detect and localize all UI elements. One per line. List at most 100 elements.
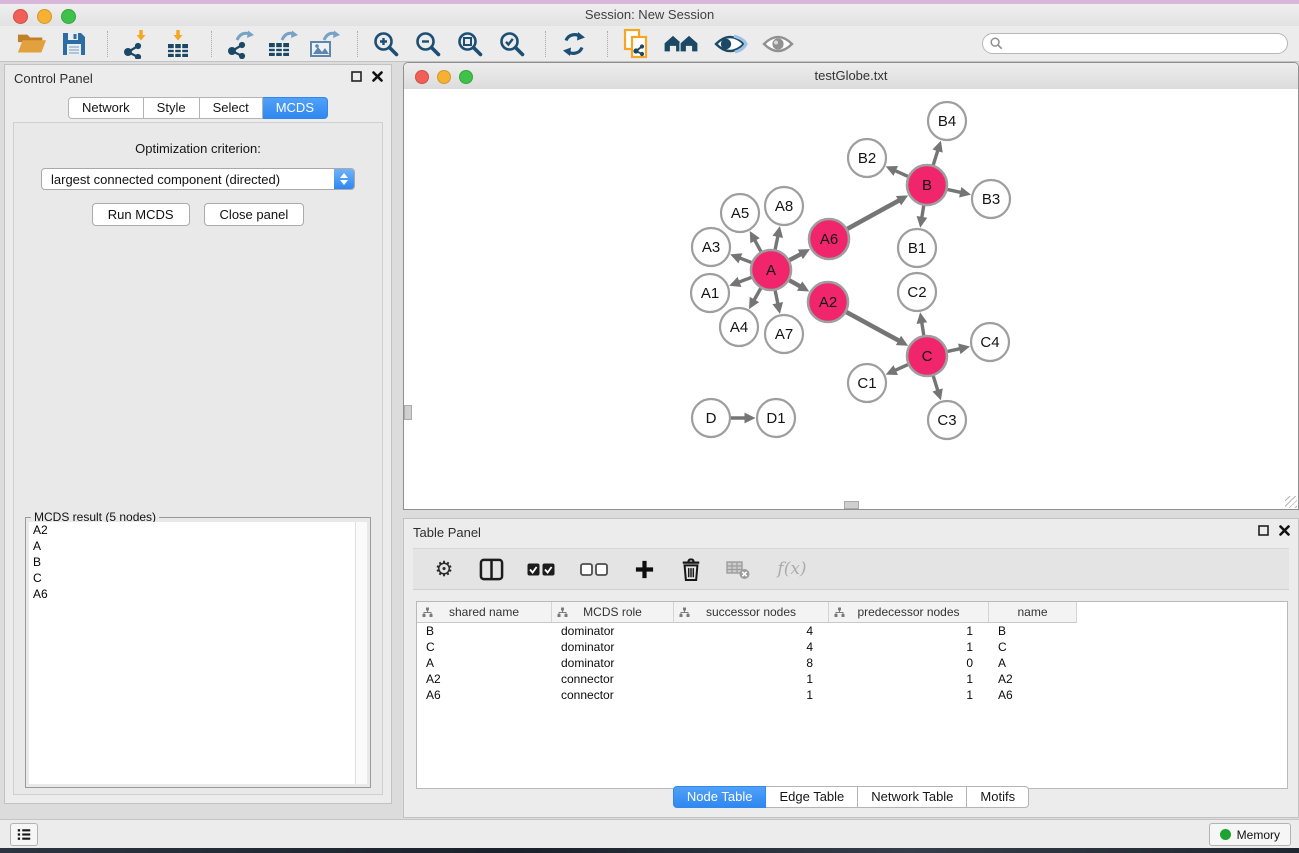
network-canvas[interactable]: B4B2BB3A5A8A6B1A3AA1C2A2A4A7C4CC1C3DD1 [404, 89, 1298, 509]
graph-edge-arrowhead [959, 187, 971, 198]
show-task-history-button[interactable] [10, 823, 38, 846]
show-graphics-details-button[interactable] [710, 28, 752, 60]
export-image-button[interactable] [306, 28, 342, 60]
table-cell[interactable]: A2 [417, 672, 552, 686]
tab-select[interactable]: Select [200, 97, 263, 119]
table-cell[interactable]: 4 [674, 640, 829, 654]
tab-edge-table[interactable]: Edge Table [766, 786, 858, 808]
control-panel-header: Control Panel [5, 65, 391, 91]
table-cell[interactable]: B [417, 624, 552, 638]
table-row[interactable]: A6connector11A6 [417, 687, 1287, 703]
table-row[interactable]: A2connector11A2 [417, 671, 1287, 687]
table-cell[interactable]: 1 [829, 640, 989, 654]
tab-network-table[interactable]: Network Table [858, 786, 967, 808]
table-cell[interactable]: 1 [674, 672, 829, 686]
zoom-out-button[interactable] [410, 28, 446, 60]
delete-column-button[interactable] [678, 555, 704, 583]
deselect-all-button[interactable] [578, 555, 610, 583]
table-cell[interactable]: B [989, 624, 1077, 638]
network-window-titlebar[interactable]: testGlobe.txt [404, 63, 1298, 90]
table-cell[interactable]: connector [552, 672, 674, 686]
memory-button[interactable]: Memory [1209, 823, 1291, 846]
table-cell[interactable]: A [417, 656, 552, 670]
mcds-result-item[interactable]: A6 [29, 586, 367, 602]
table-cell[interactable]: 1 [829, 688, 989, 702]
table-row[interactable]: Cdominator41C [417, 639, 1287, 655]
vertical-scroll-thumb[interactable] [404, 405, 412, 420]
result-list-scrollbar[interactable] [355, 522, 367, 784]
mcds-result-item[interactable]: A2 [29, 522, 367, 538]
table-row[interactable]: Adominator80A [417, 655, 1287, 671]
export-network-button[interactable] [222, 28, 258, 60]
home-button[interactable] [660, 28, 704, 60]
export-table-button[interactable] [264, 28, 300, 60]
control-panel-title: Control Panel [14, 71, 93, 86]
open-session-button[interactable] [14, 28, 50, 60]
table-cell[interactable]: A6 [989, 688, 1077, 702]
hide-graphics-details-button[interactable] [758, 28, 798, 60]
table-cell[interactable]: dominator [552, 624, 674, 638]
table-cell[interactable]: C [989, 640, 1077, 654]
zoom-fit-button[interactable] [452, 28, 488, 60]
add-column-button[interactable] [631, 555, 657, 583]
table-settings-button[interactable]: ⚙ [431, 555, 457, 583]
table-cell[interactable]: 1 [829, 672, 989, 686]
table-cell[interactable]: dominator [552, 656, 674, 670]
mcds-result-item[interactable]: B [29, 554, 367, 570]
horizontal-scroll-thumb[interactable] [844, 501, 859, 509]
zoom-in-icon [372, 30, 400, 58]
duplicate-network-view-button[interactable] [618, 28, 654, 60]
search-input[interactable] [982, 33, 1288, 54]
mcds-result-item[interactable]: A [29, 538, 367, 554]
table-cell[interactable]: 8 [674, 656, 829, 670]
save-session-button[interactable] [56, 28, 92, 60]
refresh-button[interactable] [556, 28, 592, 60]
float-panel-icon[interactable] [351, 71, 362, 82]
open-folder-icon [17, 32, 47, 56]
column-header-MCDS-role[interactable]: MCDS role [552, 602, 674, 623]
close-panel-icon[interactable] [1279, 525, 1290, 536]
tab-motifs[interactable]: Motifs [967, 786, 1029, 808]
table-cell[interactable]: 0 [829, 656, 989, 670]
run-mcds-button[interactable]: Run MCDS [92, 203, 190, 226]
tab-style[interactable]: Style [144, 97, 200, 119]
tab-mcds[interactable]: MCDS [263, 97, 328, 119]
column-header-successor-nodes[interactable]: successor nodes [674, 602, 829, 623]
node-table: shared nameMCDS rolesuccessor nodesprede… [416, 601, 1288, 789]
tab-node-table[interactable]: Node Table [673, 786, 767, 808]
float-panel-icon[interactable] [1258, 525, 1269, 536]
criterion-select-value: largest connected component (directed) [51, 172, 280, 187]
table-cell[interactable]: 4 [674, 624, 829, 638]
eye-slash-icon [713, 31, 749, 57]
column-header-predecessor-nodes[interactable]: predecessor nodes [829, 602, 989, 623]
table-row[interactable]: Bdominator41B [417, 623, 1287, 639]
select-all-button[interactable] [525, 555, 557, 583]
delete-table-button[interactable] [725, 555, 751, 583]
zoom-selected-button[interactable] [494, 28, 530, 60]
table-cell[interactable]: A2 [989, 672, 1077, 686]
function-builder-button[interactable]: f(x) [772, 555, 812, 583]
table-cell[interactable]: A6 [417, 688, 552, 702]
toolbar-separator [607, 31, 609, 57]
mcds-result-item[interactable]: C [29, 570, 367, 586]
table-cell[interactable]: A [989, 656, 1077, 670]
column-header-shared-name[interactable]: shared name [417, 602, 552, 623]
zoom-in-button[interactable] [368, 28, 404, 60]
criterion-select[interactable]: largest connected component (directed) [41, 168, 355, 190]
close-panel-icon[interactable] [372, 71, 383, 82]
column-header-name[interactable]: name [989, 602, 1077, 623]
network-graph[interactable]: B4B2BB3A5A8A6B1A3AA1C2A2A4A7C4CC1C3DD1 [404, 89, 1298, 509]
unchecked-boxes-icon [580, 563, 608, 576]
close-panel-button[interactable]: Close panel [204, 203, 305, 226]
show-column-button[interactable] [478, 555, 504, 583]
graph-node-label: A7 [775, 326, 793, 343]
tab-network[interactable]: Network [68, 97, 144, 119]
resize-grip[interactable] [1285, 496, 1297, 508]
table-cell[interactable]: 1 [674, 688, 829, 702]
table-cell[interactable]: dominator [552, 640, 674, 654]
table-cell[interactable]: C [417, 640, 552, 654]
table-cell[interactable]: 1 [829, 624, 989, 638]
import-network-button[interactable] [118, 28, 154, 60]
table-cell[interactable]: connector [552, 688, 674, 702]
import-table-button[interactable] [160, 28, 196, 60]
